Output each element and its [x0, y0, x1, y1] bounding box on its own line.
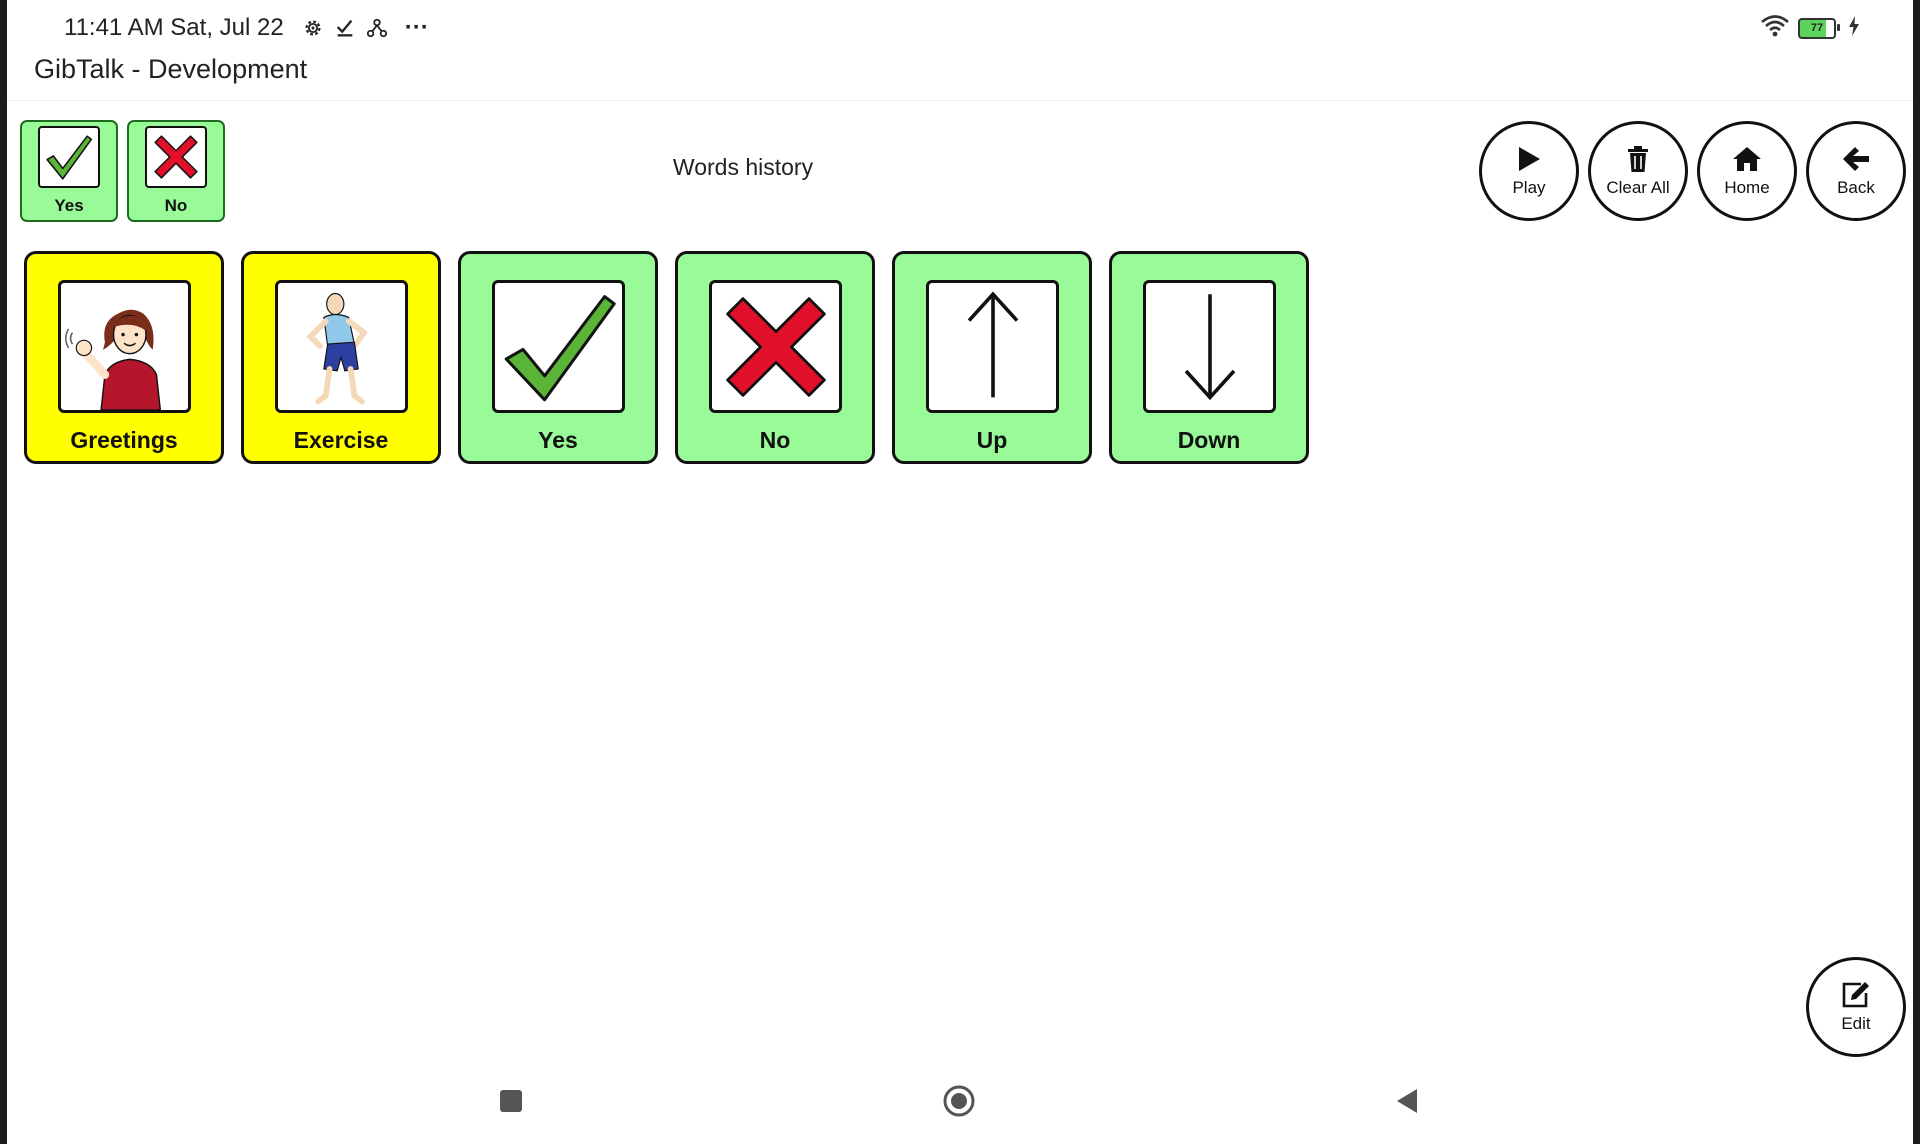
- recents-square-icon: [499, 1089, 523, 1118]
- arrow-up-icon: [926, 280, 1059, 413]
- battery-icon: 77: [1798, 17, 1840, 39]
- home-circle-icon: [943, 1085, 975, 1122]
- screen-edge-left: [0, 0, 7, 1144]
- screen-edge-right: [1913, 0, 1920, 1144]
- play-button-label: Play: [1512, 178, 1546, 197]
- tile-down[interactable]: Down: [1109, 251, 1309, 464]
- nav-recents-button[interactable]: [496, 1088, 526, 1118]
- history-item-no[interactable]: No: [127, 120, 225, 222]
- arrow-left-icon: [1841, 144, 1871, 174]
- exercising-person-icon: [275, 280, 408, 413]
- charging-bolt-icon: [1848, 15, 1860, 41]
- play-icon: [1514, 144, 1544, 174]
- settings-gear-icon: [300, 15, 326, 41]
- share-nodes-icon: [364, 15, 390, 41]
- tile-label: Down: [1177, 427, 1241, 453]
- more-dots-icon: ···: [404, 14, 429, 41]
- back-triangle-icon: [1395, 1088, 1419, 1119]
- edit-button-label: Edit: [1841, 1014, 1871, 1033]
- back-button-label: Back: [1837, 178, 1875, 197]
- app-title: GibTalk - Development: [34, 54, 308, 84]
- battery-level: 77: [1810, 22, 1824, 34]
- play-button[interactable]: Play: [1479, 121, 1579, 221]
- red-x-icon: [709, 280, 842, 413]
- tile-exercise[interactable]: Exercise: [241, 251, 441, 464]
- waving-person-icon: [58, 280, 191, 413]
- wifi-icon: [1760, 14, 1790, 43]
- tile-label: Exercise: [293, 427, 389, 453]
- nav-home-button[interactable]: [943, 1085, 975, 1118]
- checkmark-icon: [38, 126, 100, 188]
- tile-label: Up: [976, 427, 1008, 453]
- check-icon: [332, 15, 358, 41]
- red-x-icon: [145, 126, 207, 188]
- edit-button[interactable]: Edit: [1806, 957, 1906, 1057]
- status-right: 77: [1760, 12, 1860, 44]
- clear-all-button-label: Clear All: [1606, 178, 1670, 197]
- home-button[interactable]: Home: [1697, 121, 1797, 221]
- clear-all-button[interactable]: Clear All: [1588, 121, 1688, 221]
- home-button-label: Home: [1724, 178, 1770, 197]
- history-item-label: No: [164, 196, 188, 215]
- tile-label: Yes: [538, 427, 578, 453]
- status-bar: 11:41 AM Sat, Jul 22 ···: [64, 12, 430, 44]
- tile-yes[interactable]: Yes: [458, 251, 658, 464]
- trash-icon: [1623, 144, 1653, 174]
- tile-label: Greetings: [70, 427, 178, 453]
- status-time: 11:41 AM Sat, Jul 22: [64, 14, 284, 41]
- arrow-down-icon: [1143, 280, 1276, 413]
- history-item-yes[interactable]: Yes: [20, 120, 118, 222]
- tile-greetings[interactable]: Greetings: [24, 251, 224, 464]
- home-icon: [1732, 144, 1762, 174]
- tile-label: No: [759, 427, 791, 453]
- history-item-label: Yes: [54, 196, 84, 215]
- nav-back-button[interactable]: [1392, 1088, 1422, 1118]
- words-history-label: Words history: [672, 154, 814, 180]
- title-divider: [7, 100, 1913, 101]
- tile-up[interactable]: Up: [892, 251, 1092, 464]
- tile-no[interactable]: No: [675, 251, 875, 464]
- checkmark-icon: [492, 280, 625, 413]
- edit-pencil-icon: [1841, 980, 1871, 1010]
- back-button[interactable]: Back: [1806, 121, 1906, 221]
